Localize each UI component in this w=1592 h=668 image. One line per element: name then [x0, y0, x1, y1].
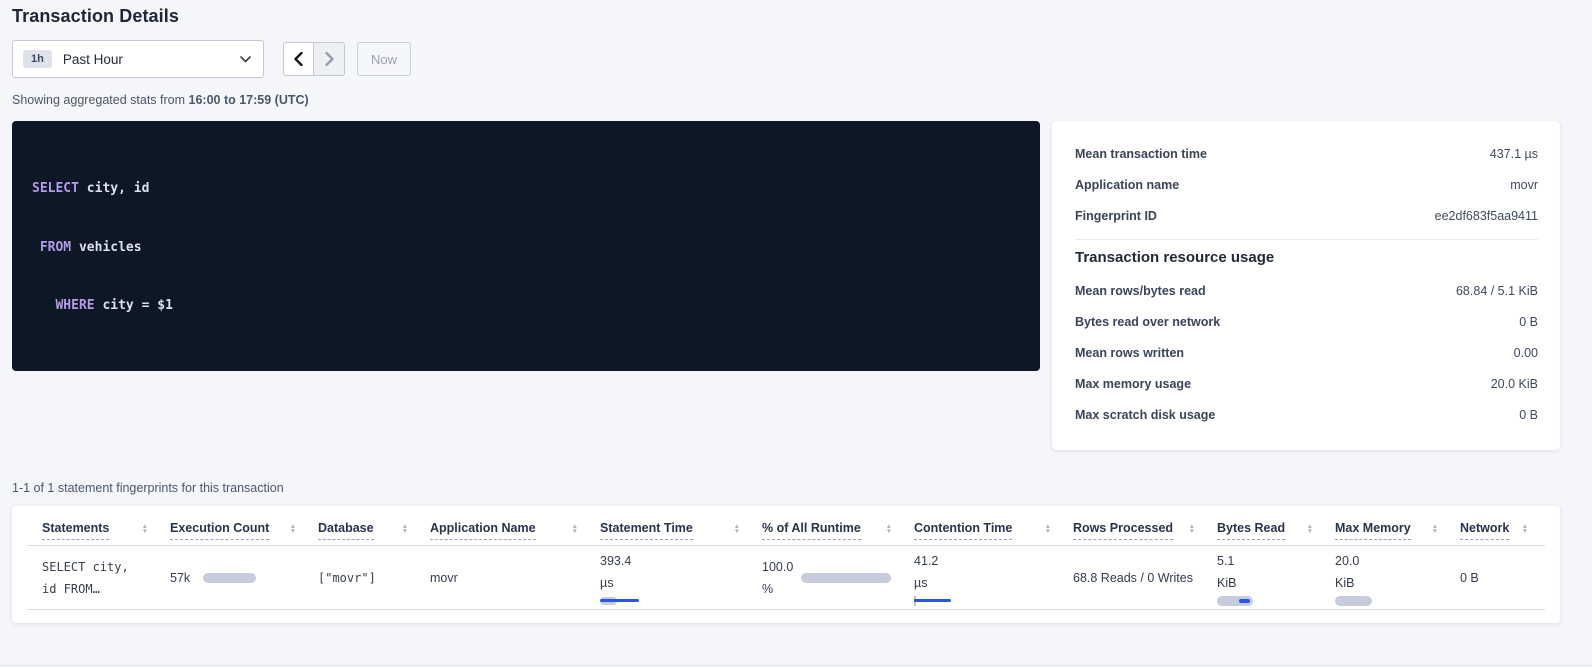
summary-row-application-name: Application name movr — [1075, 169, 1538, 200]
sort-icon[interactable]: ▲▼ — [1432, 524, 1438, 534]
page-bottom-divider — [0, 665, 1592, 666]
summary-row-mean-rows-bytes-read: Mean rows/bytes read 68.84 / 5.1 KiB — [1075, 275, 1538, 306]
stat-value: movr — [1510, 178, 1538, 192]
sort-icon[interactable]: ▲▼ — [1189, 524, 1195, 534]
max-memory-cell: 20.0 KiB — [1335, 550, 1460, 606]
runtime-pct-cell: 100.0 % — [762, 556, 914, 600]
column-header-database[interactable]: Database▲▼ — [318, 521, 430, 540]
stat-value: 0.00 — [1514, 346, 1538, 360]
sort-icon[interactable]: ▲▼ — [290, 524, 296, 534]
execution-count-cell: 57k — [170, 571, 318, 585]
column-header-runtime-pct[interactable]: % of All Runtime▲▼ — [762, 521, 914, 540]
resource-usage-heading: Transaction resource usage — [1075, 249, 1538, 266]
column-header-bytes-read[interactable]: Bytes Read▲▼ — [1217, 521, 1335, 540]
network-cell: 0 B — [1460, 571, 1550, 585]
summary-row-bytes-read-over-network: Bytes read over network 0 B — [1075, 306, 1538, 337]
stat-label: Application name — [1075, 178, 1179, 192]
statement-time-cell: 393.4 µs — [600, 550, 762, 606]
stat-value: ee2df683f5aa9411 — [1435, 209, 1538, 223]
sort-icon[interactable]: ▲▼ — [1307, 524, 1313, 534]
bytes-read-bar — [1217, 596, 1257, 606]
chevron-left-icon — [294, 52, 303, 66]
sort-icon[interactable]: ▲▼ — [734, 524, 740, 534]
stat-value: 437.1 µs — [1490, 147, 1538, 161]
statement-time-bar — [600, 596, 642, 606]
summary-row-max-scratch-disk-usage: Max scratch disk usage 0 B — [1075, 399, 1538, 430]
now-button[interactable]: Now — [357, 42, 411, 76]
stat-label: Bytes read over network — [1075, 315, 1220, 329]
column-header-application-name[interactable]: Application Name▲▼ — [430, 521, 600, 540]
stat-label: Max scratch disk usage — [1075, 408, 1215, 422]
table-header-row: Statements▲▼ Execution Count▲▼ Database▲… — [12, 521, 1560, 540]
sort-icon[interactable]: ▲▼ — [886, 524, 892, 534]
sort-icon[interactable]: ▲▼ — [1522, 524, 1528, 534]
column-header-rows-processed[interactable]: Rows Processed▲▼ — [1073, 521, 1217, 540]
transaction-sql-box: SELECT city, id FROM vehicles WHERE city… — [12, 121, 1040, 371]
max-memory-bar — [1335, 596, 1375, 606]
time-nav — [283, 42, 345, 76]
application-name-cell: movr — [430, 571, 600, 585]
sql-keyword: SELECT — [32, 181, 79, 196]
previous-interval-button[interactable] — [283, 42, 314, 76]
time-range-label: Past Hour — [63, 52, 240, 67]
time-range-dropdown[interactable]: 1h Past Hour — [12, 40, 264, 78]
sql-keyword: WHERE — [55, 298, 94, 313]
aggregated-stats-caption: Showing aggregated stats from 16:00 to 1… — [12, 93, 1560, 107]
next-interval-button[interactable] — [314, 42, 345, 76]
column-header-max-memory[interactable]: Max Memory▲▼ — [1335, 521, 1460, 540]
column-header-statements[interactable]: Statements▲▼ — [42, 521, 170, 540]
time-controls: 1h Past Hour Now — [12, 40, 1560, 78]
page-title: Transaction Details — [12, 6, 1560, 27]
sort-icon[interactable]: ▲▼ — [1045, 524, 1051, 534]
stat-label: Mean transaction time — [1075, 147, 1207, 161]
interval-badge: 1h — [23, 50, 52, 68]
execution-count-bar — [203, 573, 256, 583]
sql-keyword: FROM — [40, 240, 71, 255]
runtime-pct-bar — [801, 573, 891, 583]
statements-table-caption: 1-1 of 1 statement fingerprints for this… — [12, 481, 1560, 495]
table-row: SELECT city, id FROM… 57k ["movr"] movr … — [12, 546, 1560, 609]
sql-line: WHERE city = $1 — [32, 296, 1020, 316]
summary-row-mean-rows-written: Mean rows written 0.00 — [1075, 337, 1538, 368]
stat-label: Fingerprint ID — [1075, 209, 1157, 223]
stat-value: 0 B — [1519, 315, 1538, 329]
contention-time-cell: 41.2 µs — [914, 550, 1073, 606]
sql-line: SELECT city, id — [32, 179, 1020, 199]
stat-label: Mean rows/bytes read — [1075, 284, 1206, 298]
sort-icon[interactable]: ▲▼ — [572, 524, 578, 534]
statements-table: Statements▲▼ Execution Count▲▼ Database▲… — [12, 506, 1560, 623]
chevron-down-icon — [240, 56, 251, 63]
caption-prefix: Showing aggregated stats from — [12, 93, 189, 107]
rows-processed-cell: 68.8 Reads / 0 Writes — [1073, 571, 1217, 585]
stat-label: Mean rows written — [1075, 346, 1184, 360]
summary-row-fingerprint-id: Fingerprint ID ee2df683f5aa9411 — [1075, 200, 1538, 231]
chevron-right-icon — [325, 52, 334, 66]
caption-time-range: 16:00 to 17:59 (UTC) — [189, 93, 309, 107]
sort-icon[interactable]: ▲▼ — [402, 524, 408, 534]
summary-row-max-memory-usage: Max memory usage 20.0 KiB — [1075, 368, 1538, 399]
bytes-read-cell: 5.1 KiB — [1217, 550, 1335, 606]
sql-line: FROM vehicles — [32, 238, 1020, 258]
transaction-summary-panel: Mean transaction time 437.1 µs Applicati… — [1052, 121, 1560, 450]
table-row-divider — [27, 609, 1545, 610]
stat-value: 68.84 / 5.1 KiB — [1456, 284, 1538, 298]
database-cell: ["movr"] — [318, 571, 430, 585]
summary-divider — [1075, 239, 1538, 240]
column-header-contention-time[interactable]: Contention Time▲▼ — [914, 521, 1073, 540]
statement-fingerprint-link[interactable]: SELECT city, id FROM… — [42, 556, 170, 600]
column-header-statement-time[interactable]: Statement Time▲▼ — [600, 521, 762, 540]
stat-label: Max memory usage — [1075, 377, 1191, 391]
stat-value: 0 B — [1519, 408, 1538, 422]
column-header-execution-count[interactable]: Execution Count▲▼ — [170, 521, 318, 540]
sort-icon[interactable]: ▲▼ — [142, 524, 148, 534]
column-header-network[interactable]: Network▲▼ — [1460, 521, 1550, 540]
stat-value: 20.0 KiB — [1491, 377, 1538, 391]
summary-row-mean-transaction-time: Mean transaction time 437.1 µs — [1075, 138, 1538, 169]
contention-time-bar — [914, 596, 956, 606]
